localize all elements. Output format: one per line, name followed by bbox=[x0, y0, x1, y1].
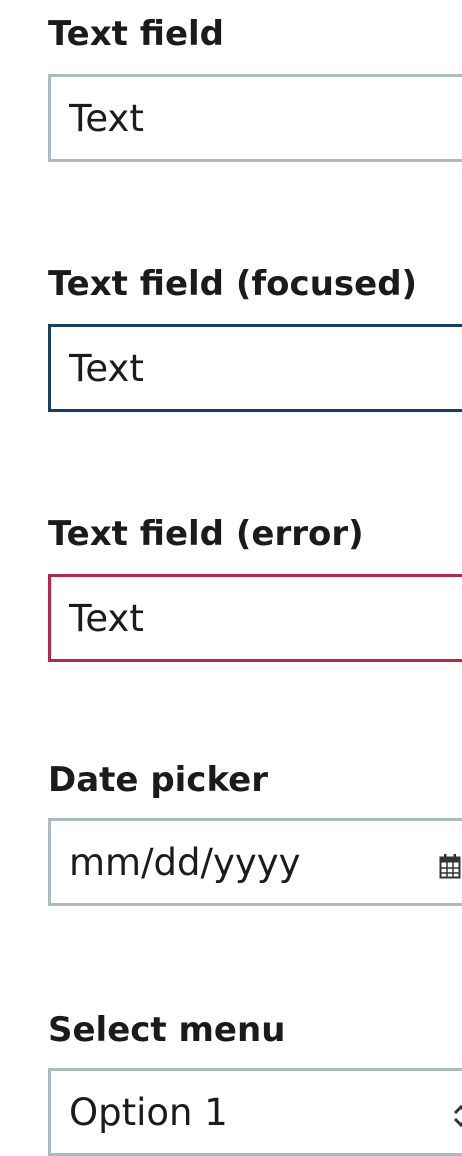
text-field-group: Text field bbox=[48, 14, 462, 162]
text-field[interactable] bbox=[48, 74, 462, 162]
focused-text-field-label: Text field (focused) bbox=[48, 264, 418, 304]
date-picker-group: Date picker mm/dd/yyyy bbox=[48, 760, 462, 906]
focused-text-field-input[interactable] bbox=[69, 346, 389, 390]
text-field-input[interactable] bbox=[69, 96, 389, 140]
error-text-field[interactable] bbox=[48, 574, 462, 662]
select-menu-value: Option 1 bbox=[69, 1090, 228, 1134]
select-menu[interactable]: Option 1 bbox=[48, 1068, 462, 1156]
date-picker[interactable]: mm/dd/yyyy bbox=[48, 818, 462, 906]
focused-text-field-group: Text field (focused) bbox=[48, 264, 462, 412]
chevron-updown-icon bbox=[453, 1104, 462, 1128]
select-menu-label: Select menu bbox=[48, 1010, 286, 1050]
focused-text-field[interactable] bbox=[48, 324, 462, 412]
calendar-icon[interactable] bbox=[439, 853, 461, 879]
select-menu-group: Select menu Option 1 bbox=[48, 1010, 462, 1156]
text-field-label: Text field bbox=[48, 14, 225, 54]
date-picker-label: Date picker bbox=[48, 760, 268, 800]
error-text-field-input[interactable] bbox=[69, 596, 389, 640]
error-text-field-label: Text field (error) bbox=[48, 514, 364, 554]
date-picker-placeholder: mm/dd/yyyy bbox=[69, 840, 301, 884]
error-text-field-group: Text field (error) bbox=[48, 514, 462, 662]
